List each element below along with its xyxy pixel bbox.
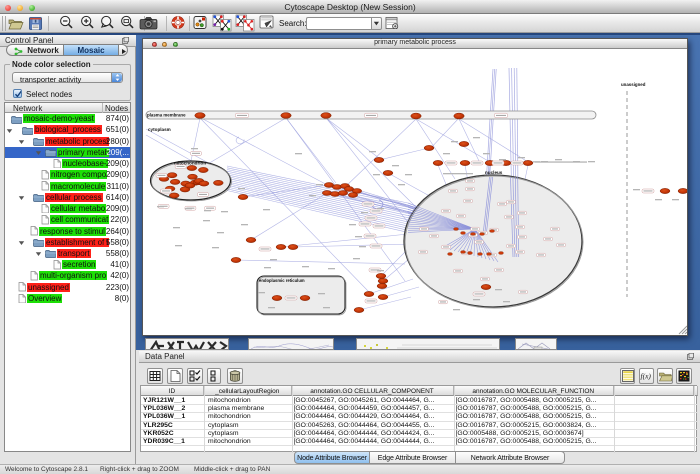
svg-text:plasma membrane: plasma membrane <box>147 113 186 118</box>
svg-text:unassigned: unassigned <box>621 82 646 87</box>
svg-text:mitochondrion: mitochondrion <box>174 160 206 165</box>
svg-text:nucleus: nucleus <box>485 170 503 175</box>
svg-text:f(x): f(x) <box>641 372 652 381</box>
svg-text:cytoplasm: cytoplasm <box>148 127 171 132</box>
svg-text:endoplasmic reticulum: endoplasmic reticulum <box>259 278 305 283</box>
